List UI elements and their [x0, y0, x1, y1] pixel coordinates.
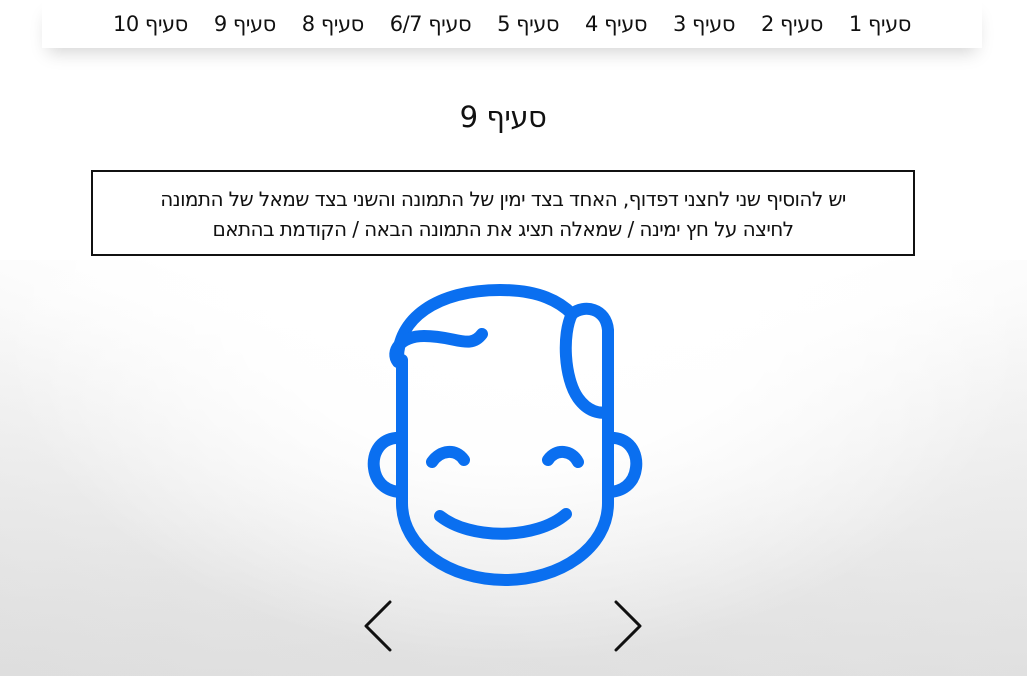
page-title: סעיף 9	[459, 100, 547, 134]
instructions-line-2: לחיצה על חץ ימינה / שמאלה תציג את התמונה…	[212, 217, 795, 241]
nav-item-section-10[interactable]: סעיף 10	[100, 1, 201, 47]
nav-list: סעיף 1 סעיף 2 סעיף 3 סעיף 4 סעיף 5 סעיף …	[100, 0, 924, 48]
chevron-right-icon	[614, 600, 642, 652]
nav-item-section-9[interactable]: סעיף 9	[201, 1, 289, 47]
top-navbar: סעיף 1 סעיף 2 סעיף 3 סעיף 4 סעיף 5 סעיף …	[42, 0, 982, 48]
nav-item-section-1[interactable]: סעיף 1	[836, 1, 924, 47]
instructions-box: יש להוסיף שני לחצני דפדוף, האחד בצד ימין…	[91, 170, 915, 256]
prev-arrow-button[interactable]	[360, 598, 396, 656]
nav-item-section-3[interactable]: סעיף 3	[660, 1, 748, 47]
next-arrow-button[interactable]	[610, 598, 646, 656]
nav-item-section-5[interactable]: סעיף 5	[484, 1, 572, 47]
nav-item-section-4[interactable]: סעיף 4	[572, 1, 660, 47]
nav-item-section-8[interactable]: סעיף 8	[289, 1, 377, 47]
nav-item-section-6-7[interactable]: סעיף 6/7	[377, 1, 484, 47]
smiling-boy-face-icon	[367, 284, 643, 586]
nav-item-section-2[interactable]: סעיף 2	[748, 1, 836, 47]
chevron-left-icon	[364, 600, 392, 652]
instructions-line-1: יש להוסיף שני לחצני דפדוף, האחד בצד ימין…	[160, 187, 846, 211]
